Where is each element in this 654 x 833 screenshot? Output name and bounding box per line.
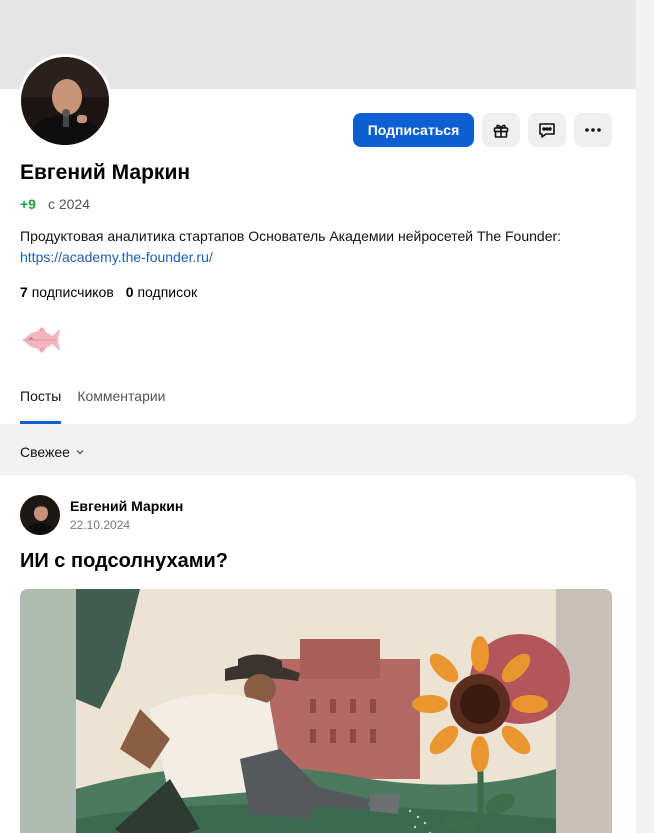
profile-avatar[interactable] bbox=[18, 54, 112, 148]
bio-text: Продуктовая аналитика стартапов Основате… bbox=[20, 228, 562, 244]
rating-value: +9 bbox=[20, 196, 36, 212]
chevron-down-icon bbox=[76, 450, 84, 455]
profile-name: Евгений Маркин bbox=[20, 161, 191, 184]
post-card: Евгений Маркин 22.10.2024 ИИ с подсолнух… bbox=[0, 475, 636, 833]
profile-meta: +9 с 2024 bbox=[20, 196, 90, 212]
gift-icon bbox=[493, 124, 509, 138]
post-illustration[interactable] bbox=[20, 589, 612, 833]
member-since: с 2024 bbox=[47, 196, 91, 212]
gift-button[interactable] bbox=[482, 113, 520, 147]
profile-tabs: Посты Комментарии bbox=[20, 388, 166, 424]
tab-comments[interactable]: Комментарии bbox=[77, 388, 165, 424]
post-author-avatar[interactable] bbox=[20, 495, 60, 535]
post-date: 22.10.2024 bbox=[70, 518, 131, 532]
bio-link[interactable]: https://academy.the-founder.ru/ bbox=[20, 247, 620, 268]
chat-icon bbox=[539, 123, 555, 138]
sort-dropdown[interactable]: Свежее bbox=[20, 444, 85, 460]
profile-bio: Продуктовая аналитика стартапов Основате… bbox=[20, 226, 620, 268]
follow-counts: 7 подписчиков 0 подписок bbox=[20, 284, 197, 300]
more-icon bbox=[585, 128, 601, 132]
tab-posts[interactable]: Посты bbox=[20, 388, 62, 424]
subscribe-button[interactable]: Подписаться bbox=[353, 113, 474, 147]
post-title[interactable]: ИИ с подсолнухами? bbox=[20, 550, 228, 573]
fish-icon[interactable] bbox=[20, 324, 64, 356]
profile-card: Подписаться Евгений Маркин +9 с 2024 Про… bbox=[0, 0, 636, 424]
sort-label: Свежее bbox=[20, 444, 70, 460]
followers-count[interactable]: 7 подписчиков bbox=[20, 284, 114, 300]
more-button[interactable] bbox=[574, 113, 612, 147]
post-author-name[interactable]: Евгений Маркин bbox=[70, 498, 183, 514]
following-count[interactable]: 0 подписок bbox=[126, 284, 197, 300]
message-button[interactable] bbox=[528, 113, 566, 147]
